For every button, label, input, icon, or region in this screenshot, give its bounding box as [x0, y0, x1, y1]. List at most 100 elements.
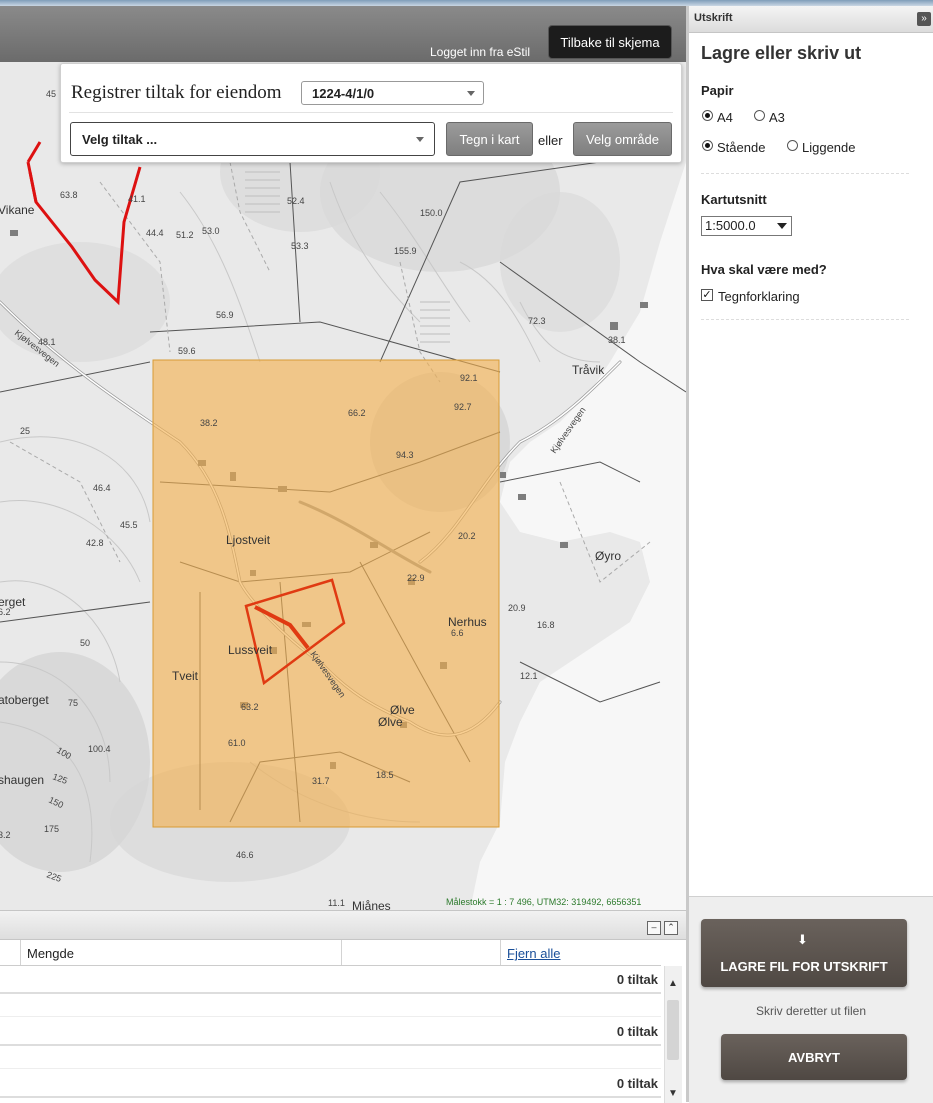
radio-a4[interactable] [702, 110, 713, 121]
minimize-icon[interactable]: – [647, 921, 661, 935]
elevation-label: 46.6 [236, 850, 254, 860]
elevation-label: 61.0 [228, 738, 246, 748]
column-header-amount[interactable]: Mengde [27, 946, 74, 961]
panel-title: Utskrift [694, 12, 733, 24]
elevation-label: 155.9 [394, 246, 417, 256]
radio-a3-label: A3 [769, 110, 785, 125]
remove-all-link[interactable]: Fjern alle [507, 946, 560, 961]
elevation-label: 51.2 [176, 230, 194, 240]
print-panel: Utskrift » Lagre eller skriv ut Papir A4… [686, 6, 933, 1103]
back-to-form-button[interactable]: Tilbake til skjema [548, 25, 672, 59]
grid-toolbar: – ⌃ [0, 911, 686, 940]
elevation-label: 94.3 [396, 450, 414, 460]
elevation-label: 53.3 [291, 241, 309, 251]
table-row[interactable]: 0 tiltak [0, 966, 661, 994]
radio-landscape-label: Liggende [802, 140, 856, 155]
property-select[interactable]: 1224-4/1/0 [301, 81, 484, 105]
print-actions: ⬇ LAGRE FIL FOR UTSKRIFT Skriv deretter … [689, 896, 933, 1103]
scale-value: 1:5000.0 [705, 218, 756, 233]
elevation-label: 150.0 [420, 208, 443, 218]
elevation-label: 52.4 [287, 196, 305, 206]
elevation-label: 175 [44, 824, 59, 834]
elevation-label: 11.1 [328, 898, 345, 908]
tiltak-placeholder: Velg tiltak ... [82, 132, 158, 147]
expand-icon[interactable]: ⌃ [664, 921, 678, 935]
collapse-icon[interactable]: » [917, 12, 931, 26]
map-view[interactable]: Vikane Tråvik Ljostveit Øyro erget Nerhu… [0, 62, 686, 910]
tiltak-select[interactable]: Velg tiltak ... [70, 122, 435, 156]
scroll-thumb[interactable] [667, 1000, 679, 1060]
legend-checkbox[interactable]: ✓ [701, 289, 713, 301]
download-icon: ⬇ [797, 932, 808, 947]
tiltak-grid: – ⌃ Mengde Fjern alle 0 tiltak 0 tiltak … [0, 910, 686, 1103]
select-area-button[interactable]: Velg område [573, 122, 672, 156]
place-label: Tråvik [572, 363, 605, 377]
table-row[interactable]: 0 tiltak [0, 1070, 661, 1098]
elevation-label: 20.9 [508, 603, 526, 613]
scroll-down-icon[interactable]: ▼ [668, 1088, 678, 1099]
elevation-label: 25 [20, 426, 30, 436]
radio-landscape[interactable] [787, 140, 798, 151]
elevation-label: 59.6 [178, 346, 196, 356]
save-print-file-label: LAGRE FIL FOR UTSKRIFT [720, 959, 888, 974]
table-row [0, 994, 661, 1017]
chevron-down-icon [467, 91, 475, 96]
radio-portrait[interactable] [702, 140, 713, 151]
grid-header: Mengde Fjern alle [0, 940, 661, 966]
include-label: Hva skal være med? [701, 262, 827, 277]
elevation-label: 92.1 [460, 373, 478, 383]
elevation-label: 66.2 [348, 408, 366, 418]
cancel-button[interactable]: AVBRYT [721, 1034, 907, 1080]
chevron-down-icon [777, 223, 787, 229]
elevation-label: 56.9 [216, 310, 234, 320]
radio-portrait-label: Stående [717, 140, 766, 155]
elevation-label: 72.3 [528, 316, 546, 326]
draw-in-map-button[interactable]: Tegn i kart [446, 122, 533, 156]
divider [69, 112, 673, 113]
elevation-label: 6.2 [0, 607, 11, 617]
place-label: Ljostveit [226, 533, 271, 547]
elevation-label: 22.9 [407, 573, 425, 583]
elevation-label: 31.7 [312, 776, 330, 786]
or-text: eller [538, 133, 563, 148]
elevation-label: 63.2 [241, 702, 259, 712]
row-count: 0 tiltak [616, 972, 658, 987]
chevron-down-icon [416, 137, 424, 142]
elevation-label: 46.4 [93, 483, 111, 493]
scale-select[interactable]: 1:5000.0 [701, 216, 792, 236]
elevation-label: 44.4 [146, 228, 164, 238]
map-canvas: Vikane Tråvik Ljostveit Øyro erget Nerhu… [0, 62, 686, 910]
row-count: 0 tiltak [616, 1024, 658, 1039]
elevation-label: 3.2 [0, 830, 11, 840]
table-row[interactable]: 0 tiltak [0, 1018, 661, 1046]
divider [701, 173, 909, 174]
elevation-label: 53.0 [202, 226, 220, 236]
place-label: Lussveit [228, 643, 273, 657]
register-panel: Registrer tiltak for eiendom 1224-4/1/0 … [60, 63, 682, 163]
row-count: 0 tiltak [616, 1076, 658, 1091]
divider [701, 319, 909, 320]
place-label: Nerhus [448, 615, 487, 629]
grid-scrollbar[interactable]: ▲ ▼ [664, 966, 682, 1103]
elevation-label: 20.2 [458, 531, 476, 541]
elevation-label: 75 [68, 698, 78, 708]
elevation-label: 16.8 [537, 620, 555, 630]
elevation-label: 63.8 [60, 190, 78, 200]
elevation-label: 6.6 [451, 628, 464, 638]
paper-label: Papir [701, 83, 734, 98]
place-label: Mjånes [352, 899, 391, 910]
login-status: Logget inn fra eStil [430, 45, 531, 59]
app-header: Logget inn fra eStil Tilbake til skjema [0, 6, 686, 62]
elevation-label: 100.4 [88, 744, 111, 754]
save-print-file-button[interactable]: ⬇ LAGRE FIL FOR UTSKRIFT [701, 919, 907, 987]
elevation-label: 38.2 [200, 418, 218, 428]
scroll-up-icon[interactable]: ▲ [668, 978, 678, 989]
extent-label: Kartutsnitt [701, 192, 767, 207]
print-heading: Lagre eller skriv ut [701, 43, 862, 63]
radio-a3[interactable] [754, 110, 765, 121]
elevation-label: 12.1 [520, 671, 538, 681]
radio-a4-label: A4 [717, 110, 733, 125]
panel-header: Utskrift » [689, 6, 933, 33]
print-note: Skriv deretter ut filen [755, 1004, 867, 1018]
place-label: Ølve [378, 715, 403, 729]
